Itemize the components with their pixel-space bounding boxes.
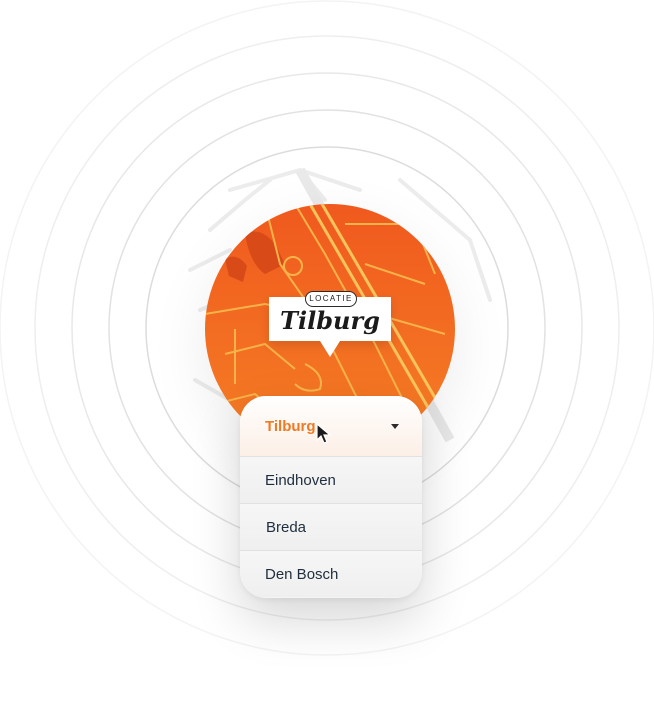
dropdown-selected[interactable]: Tilburg [240,396,422,457]
mouse-pointer-icon [316,423,332,444]
option-label: Den Bosch [265,566,339,583]
option-label: Breda [266,519,307,536]
dropdown-option-eindhoven[interactable]: Eindhoven [240,457,422,504]
location-badge: LOCATIE Tilburg [269,291,391,357]
badge-city: Tilburg [280,306,380,335]
selected-location-label: Tilburg [265,418,316,435]
dropdown-option-den-bosch[interactable]: Den Bosch [240,551,422,597]
chevron-down-icon[interactable] [391,424,399,429]
location-dropdown[interactable]: Tilburg Eindhoven Breda Den Bosch [240,396,422,598]
option-label: Eindhoven [265,472,336,489]
dropdown-option-breda[interactable]: Breda [240,504,422,551]
